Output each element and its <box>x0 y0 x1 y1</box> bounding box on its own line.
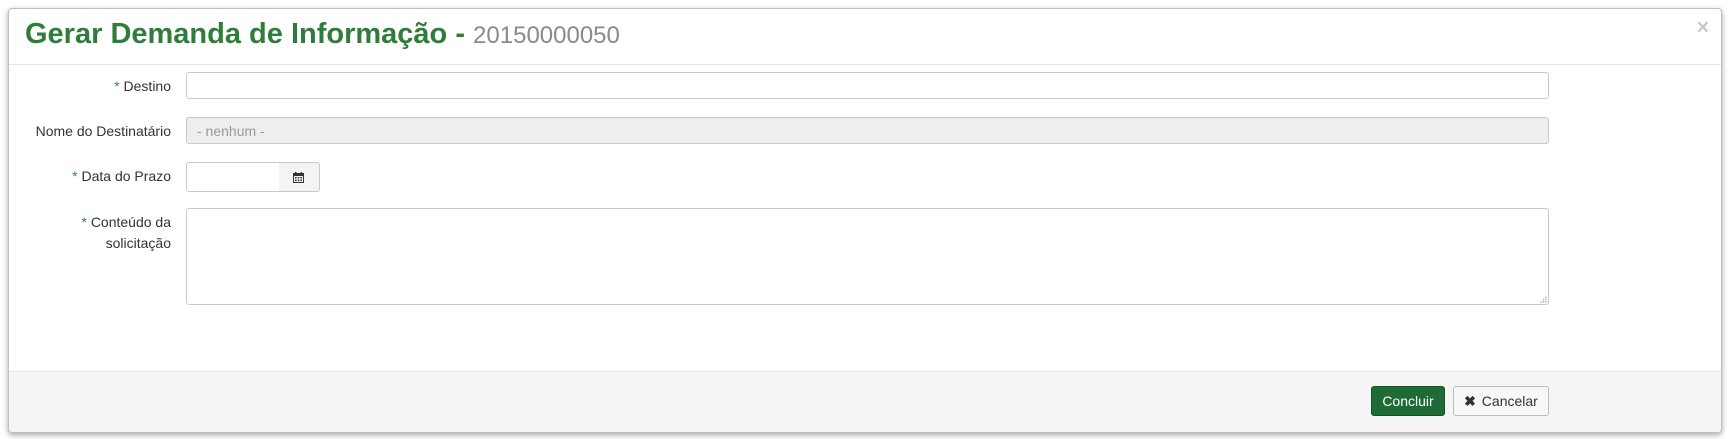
cancelar-button-label: Cancelar <box>1481 393 1538 409</box>
close-icon[interactable]: × <box>1697 17 1709 38</box>
conteudo-textarea[interactable] <box>186 208 1549 305</box>
required-marker: * <box>72 168 78 184</box>
data-prazo-label: * Data do Prazo <box>9 166 171 187</box>
modal-title-separator: - <box>447 18 474 50</box>
data-prazo-input[interactable] <box>186 162 280 192</box>
nome-destinatario-label: Nome do Destinatário <box>35 123 171 139</box>
resize-grip-icon[interactable] <box>1539 295 1547 303</box>
modal-title-text: Gerar Demanda de Informação <box>25 18 448 50</box>
conteudo-label: * Conteúdo da solicitação <box>9 212 171 254</box>
calendar-icon <box>293 172 304 183</box>
conteudo-label-line2: solicitação <box>105 235 171 251</box>
destino-label: * Destino <box>9 76 171 97</box>
modal-header: Gerar Demanda de Informação - 2015000005… <box>9 9 1721 65</box>
close-icon: ✖ <box>1464 393 1476 409</box>
required-marker: * <box>81 214 87 230</box>
concluir-button-label: Concluir <box>1382 393 1434 409</box>
demand-number: 20150000050 <box>473 22 620 49</box>
required-marker: * <box>114 78 120 94</box>
modal-title: Gerar Demanda de Informação - 2015000005… <box>25 18 620 51</box>
destino-input[interactable] <box>186 72 1549 99</box>
modal-dialog: Gerar Demanda de Informação - 2015000005… <box>8 8 1722 433</box>
destino-label-text: Destino <box>123 78 171 94</box>
calendar-button[interactable] <box>279 162 320 192</box>
concluir-button[interactable]: Concluir <box>1371 386 1445 416</box>
modal-footer: Concluir ✖ Cancelar <box>9 371 1721 432</box>
nome-destinatario-field <box>186 117 1549 144</box>
cancelar-button[interactable]: ✖ Cancelar <box>1453 386 1549 416</box>
conteudo-label-line1: Conteúdo da <box>90 214 171 230</box>
data-prazo-label-text: Data do Prazo <box>81 168 172 184</box>
